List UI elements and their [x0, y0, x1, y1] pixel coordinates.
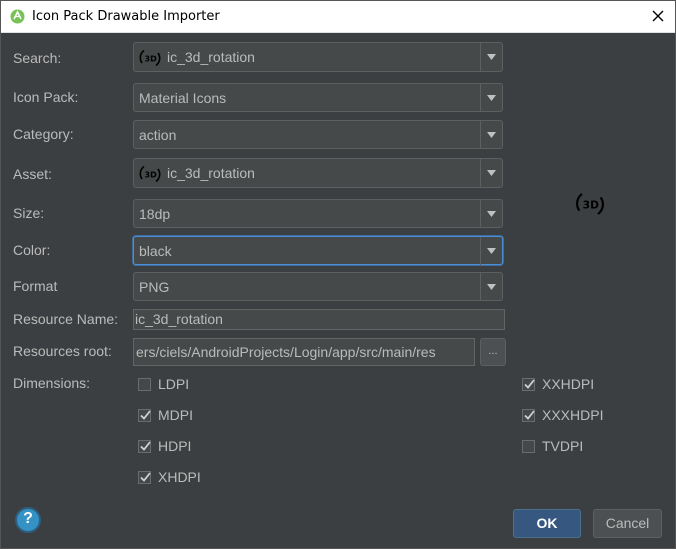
window-title: Icon Pack Drawable Importer: [32, 9, 220, 24]
xhdpi-checkbox[interactable]: [138, 471, 151, 484]
3d-rotation-icon: 3D: [139, 49, 161, 67]
resource-name-value: ic_3d_rotation: [135, 311, 223, 327]
checkmark-icon: [140, 410, 151, 420]
dropdown-arrow-icon: [487, 54, 496, 60]
category-label: Category:: [13, 126, 74, 142]
android-studio-icon: [10, 9, 25, 24]
tvdpi-checkbox[interactable]: [522, 440, 535, 453]
format-value: PNG: [139, 279, 170, 295]
dropdown-arrow-icon: [487, 170, 496, 176]
resources-root-field[interactable]: ers/ciels/AndroidProjects/Login/app/src/…: [133, 338, 475, 366]
color-dropdown-button[interactable]: [480, 237, 502, 265]
color-combo[interactable]: black: [133, 236, 503, 265]
resource-name-label: Resource Name:: [13, 311, 119, 327]
hdpi-label: HDPI: [158, 438, 192, 454]
size-label: Size:: [13, 205, 45, 221]
resources-root-value: ers/ciels/AndroidProjects/Login/app/src/…: [136, 344, 436, 360]
svg-text:3D: 3D: [145, 55, 158, 64]
help-icon: ?: [23, 510, 33, 527]
format-combo[interactable]: PNG: [133, 272, 503, 301]
ldpi-checkbox[interactable]: [138, 378, 151, 391]
svg-text:3D: 3D: [145, 171, 158, 180]
xxhdpi-checkbox[interactable]: [522, 378, 535, 391]
xxhdpi-label: XXHDPI: [542, 376, 595, 392]
asset-combo[interactable]: 3D ic_3d_rotation: [133, 158, 503, 188]
category-value: action: [139, 127, 177, 143]
search-dropdown-button[interactable]: [480, 43, 502, 71]
asset-value: ic_3d_rotation: [167, 165, 255, 181]
resources-root-label: Resources root:: [13, 343, 112, 359]
search-value: ic_3d_rotation: [167, 49, 255, 65]
icon-pack-value: Material Icons: [139, 90, 227, 106]
ldpi-label: LDPI: [158, 376, 190, 392]
checkmark-icon: [524, 379, 535, 389]
icon-pack-dropdown-button[interactable]: [480, 84, 502, 112]
xxxhdpi-label: XXXHDPI: [542, 407, 604, 423]
format-dropdown-button[interactable]: [480, 273, 502, 301]
color-value: black: [139, 243, 172, 259]
color-label: Color:: [13, 242, 51, 258]
size-dropdown-button[interactable]: [480, 200, 502, 228]
size-value: 18dp: [139, 206, 171, 222]
mdpi-checkbox[interactable]: [138, 409, 151, 422]
dropdown-arrow-icon: [487, 132, 496, 138]
category-combo[interactable]: action: [133, 120, 503, 149]
size-combo[interactable]: 18dp: [133, 199, 503, 228]
asset-label: Asset:: [13, 166, 52, 182]
close-icon[interactable]: [649, 7, 667, 25]
tvdpi-label: TVDPI: [542, 438, 584, 454]
importer-dialog: Icon Pack Drawable Importer Search: 3D i…: [0, 0, 676, 549]
resource-name-field[interactable]: ic_3d_rotation: [133, 309, 505, 330]
checkmark-icon: [140, 441, 151, 451]
title-bar: Icon Pack Drawable Importer: [1, 1, 675, 33]
xxxhdpi-checkbox[interactable]: [522, 409, 535, 422]
category-dropdown-button[interactable]: [480, 121, 502, 149]
mdpi-label: MDPI: [158, 407, 193, 423]
ok-button[interactable]: OK: [513, 509, 581, 538]
dropdown-arrow-icon: [487, 284, 496, 290]
search-combo[interactable]: 3D ic_3d_rotation: [133, 42, 503, 72]
search-label: Search:: [13, 50, 62, 66]
dimensions-label: Dimensions:: [13, 375, 91, 391]
icon-pack-label: Icon Pack:: [13, 89, 79, 105]
dropdown-arrow-icon: [487, 248, 496, 254]
checkmark-icon: [524, 410, 535, 420]
svg-text:3D: 3D: [583, 199, 599, 212]
hdpi-checkbox[interactable]: [138, 440, 151, 453]
dropdown-arrow-icon: [487, 95, 496, 101]
format-label: Format: [13, 278, 58, 294]
icon-pack-combo[interactable]: Material Icons: [133, 83, 503, 112]
checkmark-icon: [140, 472, 151, 482]
cancel-button[interactable]: Cancel: [593, 509, 662, 538]
help-button[interactable]: ?: [17, 509, 39, 531]
3d-rotation-icon: 3D: [139, 165, 161, 183]
browse-button[interactable]: ...: [480, 338, 506, 366]
dropdown-arrow-icon: [487, 211, 496, 217]
asset-dropdown-button[interactable]: [480, 159, 502, 187]
xhdpi-label: XHDPI: [158, 469, 201, 485]
3d-rotation-icon: 3D: [576, 193, 604, 215]
